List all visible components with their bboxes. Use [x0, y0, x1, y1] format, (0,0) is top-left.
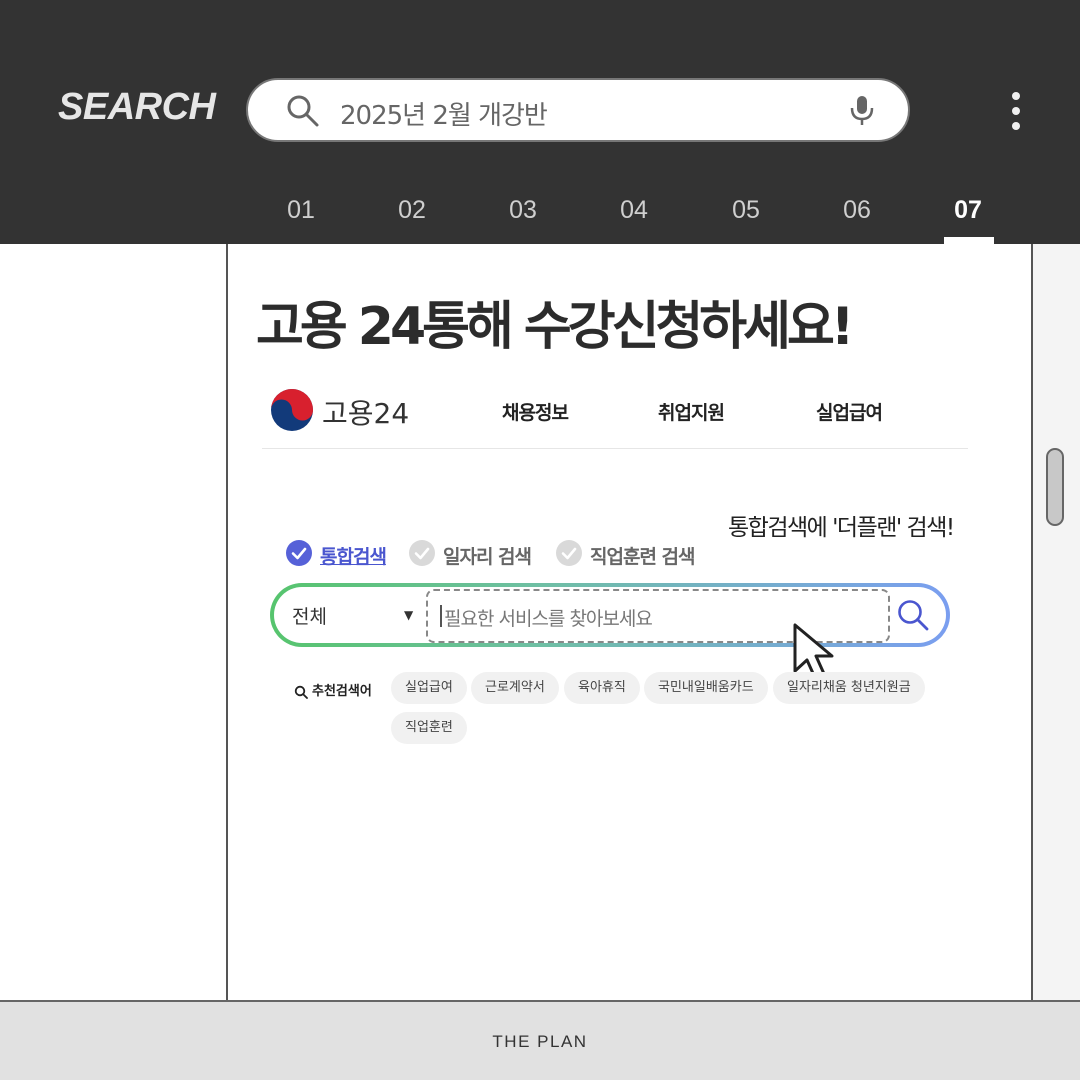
- checkmark-icon[interactable]: [556, 540, 582, 566]
- keyword-chip[interactable]: 일자리채움 청년지원금: [773, 672, 925, 704]
- top-bar: SEARCH 2025년 2월 개강반 01 02 03 04 05 06 07: [0, 0, 1080, 244]
- keyword-chip[interactable]: 실업급여: [391, 672, 467, 704]
- nav-divider: [262, 448, 968, 449]
- search-option-label: 통합검색: [320, 546, 387, 568]
- taegeuk-logo-icon[interactable]: [270, 388, 314, 436]
- content-left-border: [226, 244, 228, 1000]
- checkmark-icon[interactable]: [286, 540, 312, 566]
- nav-item-jobs[interactable]: 채용정보: [502, 398, 569, 425]
- active-tab-indicator: [944, 237, 994, 244]
- service-search-placeholder[interactable]: 필요한 서비스를 찾아보세요: [444, 604, 653, 631]
- search-submit-icon[interactable]: [896, 598, 930, 636]
- keyword-chip[interactable]: 국민내일배움카드: [644, 672, 768, 704]
- search-option-label: 일자리 검색: [443, 546, 532, 568]
- tab-02[interactable]: 02: [383, 196, 441, 225]
- footer-brand: THE PLAN: [492, 1032, 588, 1051]
- site-name[interactable]: 고용24: [322, 392, 409, 432]
- tab-01[interactable]: 01: [272, 196, 330, 225]
- search-icon[interactable]: [286, 94, 320, 132]
- scrollbar-thumb[interactable]: [1046, 448, 1064, 526]
- dropdown-caret-icon[interactable]: ▼: [404, 608, 413, 622]
- keyword-chip[interactable]: 직업훈련: [391, 712, 467, 744]
- checkmark-icon[interactable]: [409, 540, 435, 566]
- nav-item-employment-support[interactable]: 취업지원: [658, 398, 725, 425]
- search-query-text[interactable]: 2025년 2월 개강반: [340, 95, 548, 132]
- tab-04[interactable]: 04: [605, 196, 663, 225]
- keyword-chip[interactable]: 근로계약서: [471, 672, 559, 704]
- category-select[interactable]: 전체: [292, 602, 327, 629]
- tab-07[interactable]: 07: [939, 196, 997, 225]
- search-option-label: 직업훈련 검색: [590, 546, 695, 568]
- keyword-chip[interactable]: 육아휴직: [564, 672, 640, 704]
- search-bar[interactable]: 2025년 2월 개강반: [246, 78, 910, 142]
- nav-item-unemployment-benefit[interactable]: 실업급여: [816, 398, 883, 425]
- brand-title: SEARCH: [58, 86, 216, 128]
- text-caret: [440, 605, 442, 627]
- recommended-keywords-label: 추천검색어: [294, 680, 372, 699]
- tab-05[interactable]: 05: [717, 196, 775, 225]
- more-options-icon[interactable]: [1006, 92, 1026, 132]
- callout-text: 통합검색에 '더플랜' 검색!: [728, 515, 955, 541]
- tab-06[interactable]: 06: [828, 196, 886, 225]
- tab-03[interactable]: 03: [494, 196, 552, 225]
- microphone-icon[interactable]: [848, 94, 876, 132]
- search-icon: [294, 685, 308, 699]
- footer: THE PLAN: [0, 1000, 1080, 1080]
- scrollbar-track[interactable]: [1033, 244, 1080, 1000]
- page-headline: 고용 24통해 수강신청하세요!: [256, 297, 855, 357]
